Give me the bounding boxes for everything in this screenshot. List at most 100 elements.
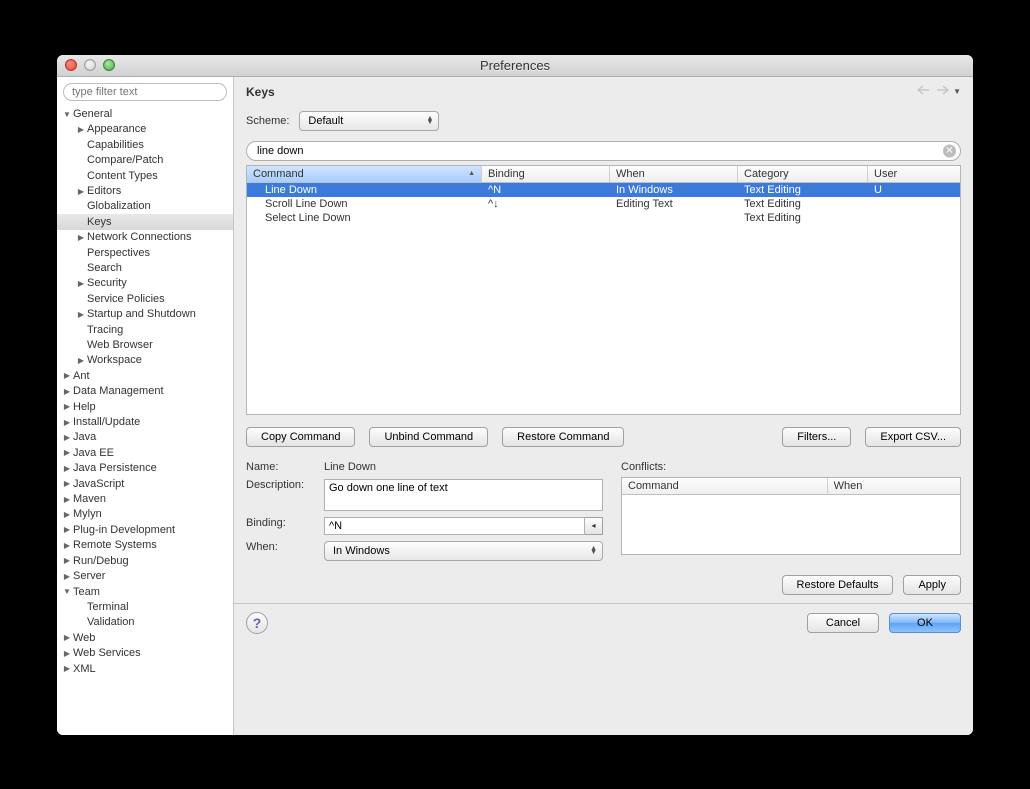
cell [868,211,960,225]
restore-defaults-button[interactable]: Restore Defaults [782,575,894,595]
ok-button[interactable]: OK [889,613,961,633]
tree-item[interactable]: ▶Compare/Patch [57,153,233,168]
tree-item-label: Validation [85,616,137,628]
tree-item[interactable]: ▼Team [57,584,233,599]
tree-item[interactable]: ▶Run/Debug [57,553,233,568]
table-row[interactable]: Select Line DownText Editing [247,211,960,225]
tree-item[interactable]: ▶Install/Update [57,415,233,430]
cell: ^N [482,183,610,197]
tree-item-label: Install/Update [71,416,142,428]
description-input[interactable]: Go down one line of text [324,479,603,511]
tree-item[interactable]: ▶Web Services [57,646,233,661]
tree-item[interactable]: ▶Network Connections [57,230,233,245]
tree-item-label: Run/Debug [71,555,131,567]
tree-item[interactable]: ▶Help [57,399,233,414]
tree-item[interactable]: ▶Globalization [57,199,233,214]
tree-item[interactable]: ▶Content Types [57,168,233,183]
tree-item-label: Compare/Patch [85,154,165,166]
disclosure-right-icon: ▶ [63,661,71,676]
disclosure-right-icon: ▶ [63,399,71,414]
nav-back-icon[interactable] [917,85,931,98]
cancel-button[interactable]: Cancel [807,613,879,633]
binding-details: Name: Line Down Description: Go down one… [246,461,603,561]
cell: ^↓ [482,197,610,211]
window-title: Preferences [57,58,973,73]
filter-input[interactable] [63,83,227,101]
tree-item[interactable]: ▶Java EE [57,445,233,460]
disclosure-right-icon: ▶ [77,184,85,199]
tree-item[interactable]: ▶XML [57,661,233,676]
col-category[interactable]: Category [738,166,868,182]
clear-search-icon[interactable]: ✕ [943,144,956,157]
table-row[interactable]: Scroll Line Down^↓Editing TextText Editi… [247,197,960,211]
tree-item[interactable]: ▶Server [57,569,233,584]
tree-item[interactable]: ▶Web [57,630,233,645]
col-binding[interactable]: Binding [482,166,610,182]
keybindings-table: Command▲ Binding When Category User Line… [246,165,961,415]
tree-item-label: JavaScript [71,478,126,490]
col-when[interactable]: When [610,166,738,182]
keybinding-search-input[interactable] [246,141,961,161]
when-select[interactable]: In Windows [324,541,603,561]
tree-item[interactable]: ▶Perspectives [57,245,233,260]
tree-item[interactable]: ▶Service Policies [57,291,233,306]
conflicts-col-command[interactable]: Command [622,478,828,494]
tree-item[interactable]: ▶Workspace [57,353,233,368]
tree-item[interactable]: ▶Web Browser [57,338,233,353]
tree-item[interactable]: ▶Data Management [57,384,233,399]
scheme-select[interactable]: Default [299,111,439,131]
tree-item[interactable]: ▶Capabilities [57,137,233,152]
binding-revert-icon[interactable]: ◂ [585,517,603,535]
tree-item-label: Server [71,570,107,582]
table-body[interactable]: Line Down^NIn WindowsText EditingUScroll… [247,183,960,414]
export-csv-button[interactable]: Export CSV... [865,427,961,447]
tree-item[interactable]: ▶Appearance [57,122,233,137]
cell [610,211,738,225]
disclosure-right-icon: ▶ [63,445,71,460]
tree-item[interactable]: ▶Maven [57,492,233,507]
disclosure-right-icon: ▶ [63,368,71,383]
tree-item[interactable]: ▶Validation [57,615,233,630]
help-icon[interactable]: ? [246,612,268,634]
col-command[interactable]: Command▲ [247,166,482,182]
tree-item[interactable]: ▶Editors [57,184,233,199]
tree-item[interactable]: ▶Java [57,430,233,445]
tree-item[interactable]: ▶Terminal [57,600,233,615]
tree-item[interactable]: ▶Plug-in Development [57,522,233,537]
tree-item[interactable]: ▶Search [57,261,233,276]
tree-item[interactable]: ▶Security [57,276,233,291]
tree-item[interactable]: ▶Remote Systems [57,538,233,553]
disclosure-right-icon: ▶ [63,630,71,645]
conflicts-col-when[interactable]: When [828,478,960,494]
table-row[interactable]: Line Down^NIn WindowsText EditingU [247,183,960,197]
tree-item[interactable]: ▶Keys [57,214,233,229]
tree-item-label: Service Policies [85,293,167,305]
tree-item[interactable]: ▶Mylyn [57,507,233,522]
titlebar: Preferences [57,55,973,77]
binding-input[interactable] [324,517,585,535]
scheme-label: Scheme: [246,115,289,127]
preference-tree[interactable]: ▼General▶Appearance▶Capabilities▶Compare… [57,107,233,735]
tree-item[interactable]: ▶Startup and Shutdown [57,307,233,322]
unbind-command-button[interactable]: Unbind Command [369,427,488,447]
main-panel: Keys ▼ Scheme: Default [234,77,973,735]
restore-command-button[interactable]: Restore Command [502,427,624,447]
disclosure-right-icon: ▶ [63,646,71,661]
disclosure-right-icon: ▶ [63,538,71,553]
nav-menu-icon[interactable]: ▼ [953,87,961,96]
tree-item[interactable]: ▶Java Persistence [57,461,233,476]
tree-item[interactable]: ▼General [57,107,233,122]
tree-item[interactable]: ▶Ant [57,368,233,383]
disclosure-right-icon: ▶ [63,384,71,399]
tree-item[interactable]: ▶JavaScript [57,476,233,491]
description-label: Description: [246,479,324,491]
apply-button[interactable]: Apply [903,575,961,595]
name-label: Name: [246,461,324,473]
nav-forward-icon[interactable] [935,85,949,98]
copy-command-button[interactable]: Copy Command [246,427,355,447]
col-user[interactable]: User [868,166,960,182]
tree-item[interactable]: ▶Tracing [57,322,233,337]
filters-button[interactable]: Filters... [782,427,851,447]
tree-item-label: General [71,108,114,120]
disclosure-right-icon: ▶ [63,522,71,537]
